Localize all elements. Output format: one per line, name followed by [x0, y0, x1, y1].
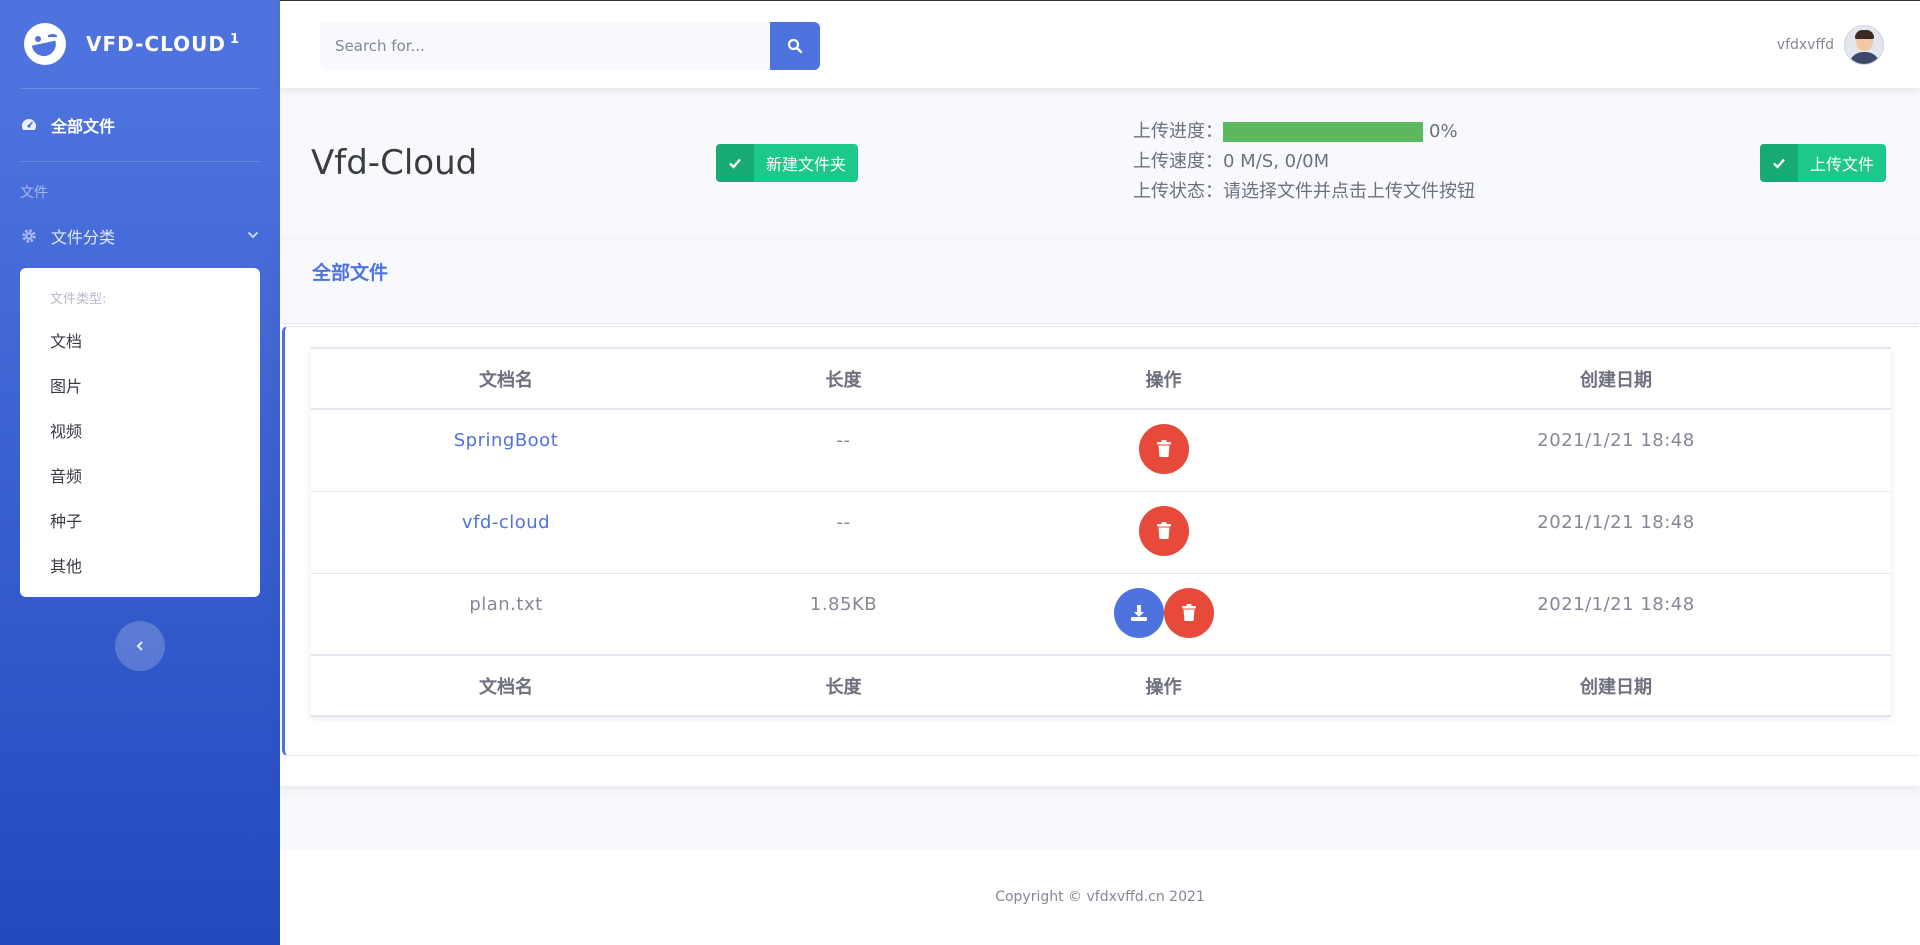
table-row: vfd-cloud -- 2021/1/21 18:48 — [311, 491, 1891, 574]
footer: Copyright © vfdxvffd.cn 2021 — [280, 849, 1920, 945]
upload-file-label: 上传文件 — [1810, 155, 1875, 174]
upload-status-label: 上传状态： — [1133, 181, 1223, 202]
trash-icon — [1156, 521, 1171, 539]
file-date-cell: 2021/1/21 18:48 — [1341, 573, 1891, 656]
column-footer-name: 文档名 — [311, 654, 701, 717]
user-name: vfdxvffd — [1776, 37, 1834, 53]
actions-cell — [986, 491, 1341, 574]
upload-progress-bar — [1223, 122, 1423, 142]
table-footer-row: 文档名 长度 操作 创建日期 — [311, 654, 1891, 717]
sidebar-item-label: 文件分类 — [51, 228, 116, 247]
sidebar-collapse-file-categories[interactable]: 文件分类 — [0, 208, 280, 264]
sidebar-toggle-button[interactable] — [115, 621, 165, 671]
laugh-wink-icon — [24, 23, 66, 65]
chevron-down-icon — [246, 227, 260, 246]
tachometer-icon — [20, 116, 38, 134]
upload-progress-fill — [1223, 122, 1423, 142]
submenu-item-torrents[interactable]: 种子 — [20, 497, 260, 542]
delete-button[interactable] — [1138, 424, 1189, 474]
brand-name: VFD-CLOUD 1 — [86, 32, 240, 56]
file-type-submenu: 文件类型: 文档 图片 视频 音频 种子 其他 — [20, 268, 260, 597]
card-title: 全部文件 — [312, 262, 389, 284]
upload-speed-value: 0 M/S, 0/0M — [1223, 151, 1330, 172]
chevron-left-icon — [136, 641, 143, 651]
submenu-header: 文件类型: — [50, 292, 107, 307]
brand-name-text: VFD-CLOUD — [86, 32, 226, 56]
brand[interactable]: VFD-CLOUD 1 — [0, 0, 280, 88]
sidebar: VFD-CLOUD 1 全部文件 文件 文件分类 文件类型: 文档 图片 视频 音… — [0, 0, 280, 945]
upload-status-row: 上传状态：请选择文件并点击上传文件按钮 — [1133, 177, 1475, 207]
file-name-cell: SpringBoot — [311, 409, 701, 492]
files-table: 文档名 长度 操作 创建日期 SpringBoot -- 2021/1/21 1… — [311, 347, 1891, 717]
files-card: 全部文件 文档名 长度 操作 创建日期 SpringBoot -- 2021/1… — [280, 240, 1920, 786]
column-footer-date: 创建日期 — [1341, 654, 1891, 717]
upload-status-value: 请选择文件并点击上传文件按钮 — [1223, 181, 1475, 202]
search-icon — [787, 38, 803, 54]
upload-progress-text: 0% — [1429, 121, 1458, 142]
search-button[interactable] — [770, 22, 820, 70]
column-header-actions[interactable]: 操作 — [986, 347, 1341, 410]
new-folder-label: 新建文件夹 — [766, 155, 847, 174]
upload-file-button[interactable]: 上传文件 — [1760, 144, 1887, 182]
avatar — [1844, 25, 1884, 65]
table-row: SpringBoot -- 2021/1/21 18:48 — [311, 409, 1891, 492]
sidebar-heading: 文件 — [20, 185, 48, 201]
brand-sup: 1 — [229, 32, 241, 48]
file-size-cell: -- — [701, 409, 986, 492]
submenu-item-images[interactable]: 图片 — [20, 362, 260, 407]
card-header: 全部文件 — [280, 240, 1920, 324]
sidebar-item-label: 全部文件 — [51, 117, 116, 136]
copyright-text: Copyright © vfdxvffd.cn 2021 — [995, 889, 1205, 905]
upload-speed-label: 上传速度： — [1133, 151, 1223, 172]
upload-info: 上传进度： 0% 上传速度：0 M/S, 0/0M 上传状态：请选择文件并点击上… — [1133, 117, 1475, 207]
submenu-item-documents[interactable]: 文档 — [20, 317, 260, 362]
column-footer-size: 长度 — [701, 654, 986, 717]
column-header-date[interactable]: 创建日期 — [1341, 347, 1891, 410]
search-bar — [320, 22, 820, 70]
check-icon — [716, 144, 754, 182]
card-body: 文档名 长度 操作 创建日期 SpringBoot -- 2021/1/21 1… — [282, 326, 1918, 756]
search-input[interactable] — [320, 22, 770, 70]
topbar: vfdxvffd — [280, 0, 1920, 88]
page-title: Vfd-Cloud — [311, 143, 478, 183]
column-header-name[interactable]: 文档名 — [311, 347, 701, 410]
file-name-cell: vfd-cloud — [311, 491, 701, 574]
actions-cell — [986, 409, 1341, 492]
upload-progress-label: 上传进度： — [1133, 121, 1223, 142]
file-size-cell: 1.85KB — [701, 573, 986, 656]
table-header-row: 文档名 长度 操作 创建日期 — [311, 347, 1891, 410]
user-menu[interactable]: vfdxvffd — [1777, 25, 1884, 65]
file-date-cell: 2021/1/21 18:48 — [1341, 409, 1891, 492]
upload-speed-row: 上传速度：0 M/S, 0/0M — [1133, 147, 1475, 177]
gear-icon — [20, 227, 38, 245]
column-footer-actions: 操作 — [986, 654, 1341, 717]
delete-button[interactable] — [1138, 505, 1189, 556]
trash-icon — [1156, 440, 1171, 457]
table-row: plan.txt 1.85KB 2021/1/21 18:48 — [311, 573, 1891, 656]
submenu-item-audio[interactable]: 音频 — [20, 452, 260, 497]
check-icon — [1760, 144, 1798, 182]
folder-link[interactable]: SpringBoot — [454, 430, 559, 451]
column-header-size[interactable]: 长度 — [701, 347, 986, 410]
actions-cell — [986, 573, 1341, 656]
delete-button[interactable] — [1163, 587, 1214, 638]
submenu-item-videos[interactable]: 视频 — [20, 407, 260, 452]
file-name-cell: plan.txt — [311, 573, 701, 656]
file-size-cell: -- — [701, 491, 986, 574]
download-button[interactable] — [1113, 587, 1164, 638]
trash-icon — [1181, 603, 1196, 621]
new-folder-button[interactable]: 新建文件夹 — [716, 144, 859, 182]
sidebar-item-all-files[interactable]: 全部文件 — [0, 89, 280, 161]
folder-link[interactable]: vfd-cloud — [462, 512, 550, 533]
upload-progress-row: 上传进度： 0% — [1133, 117, 1475, 147]
download-icon — [1130, 604, 1147, 621]
submenu-item-other[interactable]: 其他 — [20, 542, 260, 587]
file-date-cell: 2021/1/21 18:48 — [1341, 491, 1891, 574]
